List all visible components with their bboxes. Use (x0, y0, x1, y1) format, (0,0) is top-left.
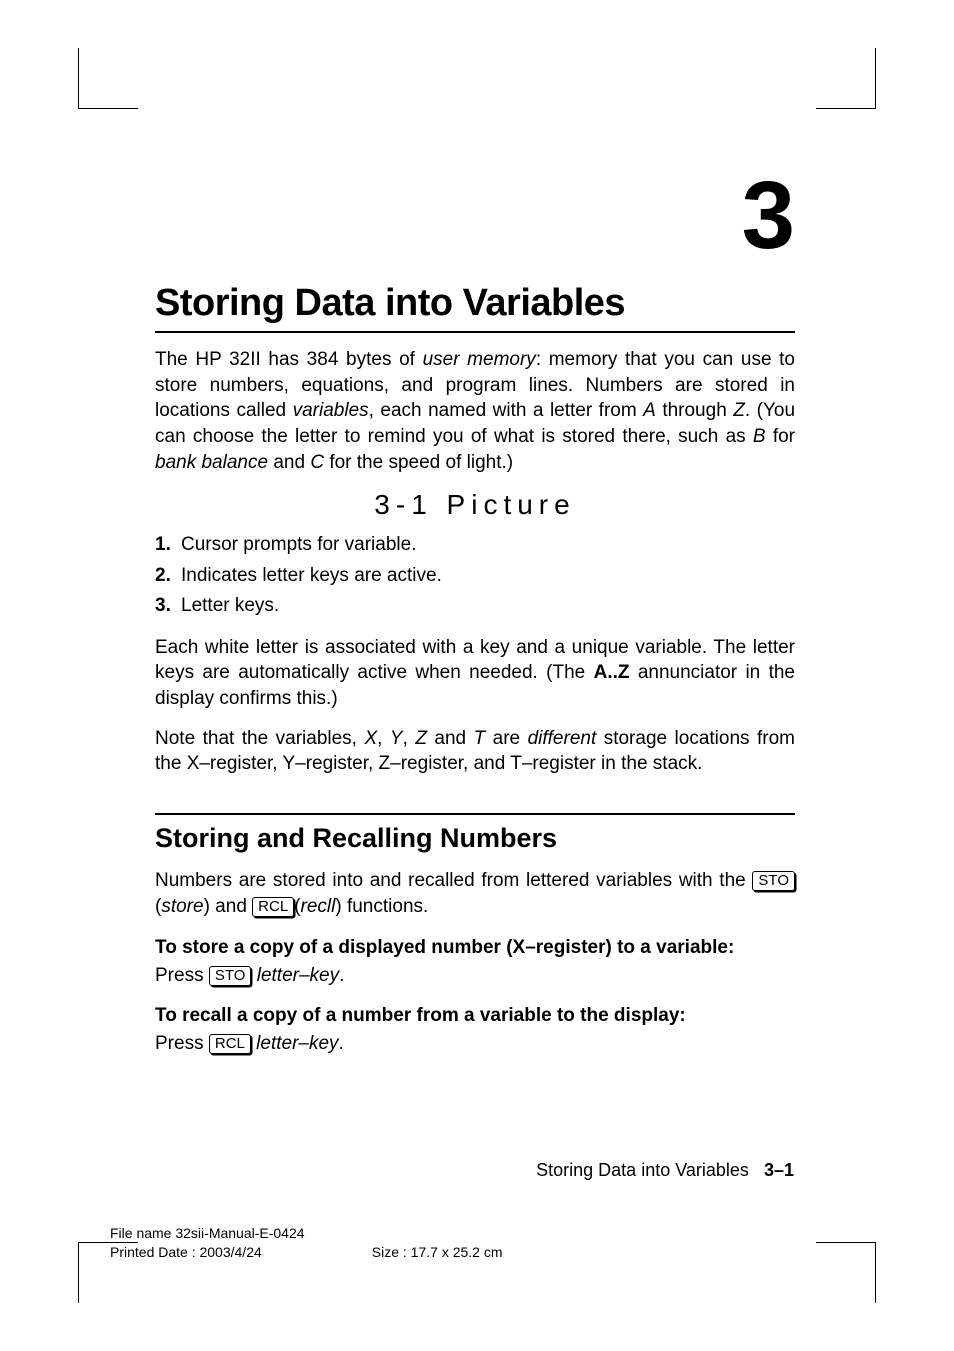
letter-key-arg: letter–key (257, 965, 339, 986)
text: Press (155, 965, 209, 986)
cropmark-br (816, 1243, 876, 1303)
intro-B: B (753, 426, 766, 447)
list-num: 1. (155, 531, 181, 560)
subhead-recall: To recall a copy of a number from a vari… (155, 1005, 795, 1027)
intro-text: for the speed of light.) (324, 452, 513, 473)
store-word: store (161, 896, 203, 917)
text: ) and (204, 896, 253, 917)
press-recall: Press RCL letter–key. (155, 1033, 795, 1055)
press-store: Press STO letter–key. (155, 965, 795, 987)
list-item: 2.Indicates letter keys are active. (155, 562, 795, 591)
intro-Z: Z (733, 400, 745, 421)
text: are (485, 728, 527, 749)
text: ) functions. (335, 896, 428, 917)
numbered-list: 1.Cursor prompts for variable. 2.Indicat… (155, 531, 795, 621)
intro-paragraph: The HP 32II has 384 bytes of user memory… (155, 347, 795, 475)
sto-key-icon: STO (752, 871, 795, 891)
different: different (528, 728, 597, 749)
rcl-key-icon: RCL (252, 897, 294, 917)
list-num: 2. (155, 562, 181, 591)
cropmark-tl (78, 48, 138, 108)
footer-right: Storing Data into Variables 3–1 (536, 1160, 794, 1181)
text: Press (155, 1033, 209, 1054)
chapter-number: 3 (155, 168, 795, 264)
text: . (339, 965, 344, 986)
text: Note that the variables, (155, 728, 364, 749)
list-num: 3. (155, 592, 181, 621)
footer-meta: File name 32sii-Manual-E-0424 Printed Da… (110, 1224, 503, 1263)
subhead-store: To store a copy of a displayed number (X… (155, 937, 795, 959)
var-x: X (364, 728, 377, 749)
sto-key-icon: STO (209, 966, 252, 986)
footer-printed: Printed Date : 2003/4/24 (110, 1244, 262, 1260)
az-annunciator: A..Z (594, 662, 630, 683)
text: , (377, 728, 390, 749)
intro-text: for (766, 426, 795, 447)
para-registers: Note that the variables, X, Y, Z and T a… (155, 726, 795, 777)
footer-title: Storing Data into Variables (536, 1160, 749, 1180)
picture-placeholder: 3-1 Picture (155, 489, 795, 521)
footer-line2: Printed Date : 2003/4/24 Size : 17.7 x 25… (110, 1243, 503, 1263)
intro-text: through (656, 400, 733, 421)
text: , (403, 728, 416, 749)
rcl-key-icon: RCL (209, 1034, 251, 1054)
var-z: Z (415, 728, 427, 749)
text: . (339, 1033, 344, 1054)
list-item: 3.Letter keys. (155, 592, 795, 621)
var-y: Y (390, 728, 403, 749)
chapter-title: Storing Data into Variables (155, 282, 795, 333)
section-intro: Numbers are stored into and recalled fro… (155, 868, 795, 919)
intro-text: and (268, 452, 310, 473)
cropmark-tr (816, 48, 876, 108)
intro-variables: variables (293, 400, 369, 421)
list-text: Letter keys. (181, 595, 279, 616)
page-body: 3 Storing Data into Variables The HP 32I… (155, 168, 795, 1069)
var-t: T (474, 728, 486, 749)
intro-user-memory: user memory (423, 349, 536, 370)
footer-size: Size : 17.7 x 25.2 cm (372, 1243, 503, 1263)
intro-text: The HP 32II has 384 bytes of (155, 349, 423, 370)
list-text: Cursor prompts for variable. (181, 534, 416, 555)
letter-key-arg: letter–key (256, 1033, 338, 1054)
intro-bank-balance: bank balance (155, 452, 268, 473)
footer-filename: File name 32sii-Manual-E-0424 (110, 1224, 503, 1244)
para-annunciator: Each white letter is associated with a k… (155, 635, 795, 712)
recll-word: recll (301, 896, 336, 917)
list-item: 1.Cursor prompts for variable. (155, 531, 795, 560)
text: Numbers are stored into and recalled fro… (155, 870, 752, 891)
section-heading: Storing and Recalling Numbers (155, 813, 795, 854)
intro-text: , each named with a letter from (369, 400, 644, 421)
intro-C: C (310, 452, 324, 473)
list-text: Indicates letter keys are active. (181, 565, 442, 586)
footer-page: 3–1 (764, 1160, 794, 1180)
text: and (427, 728, 474, 749)
intro-A: A (643, 400, 656, 421)
